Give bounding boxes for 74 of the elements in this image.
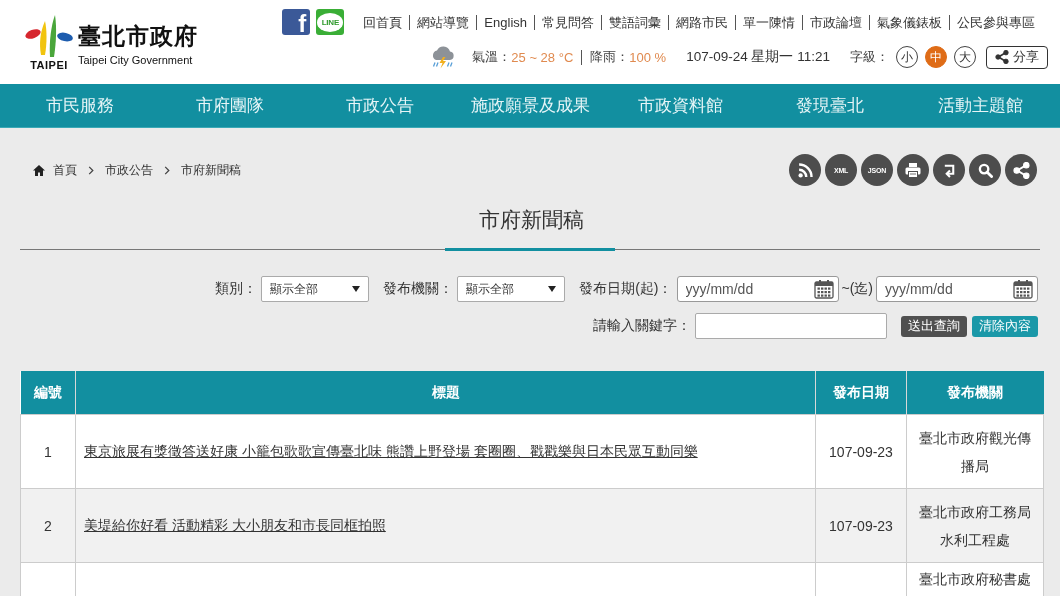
- top-link[interactable]: 市政論壇: [802, 14, 869, 30]
- end-date-field[interactable]: yyy/mm/dd: [876, 276, 1038, 302]
- breadcrumb-link[interactable]: 首頁: [53, 161, 77, 179]
- submit-button[interactable]: 送出查詢: [901, 315, 967, 337]
- agency-dropdown[interactable]: 顯示全部: [457, 276, 566, 302]
- logo-caption: TAIPEI: [30, 59, 68, 71]
- date-cell: 107-09-23: [815, 488, 907, 563]
- search-button[interactable]: [969, 154, 1001, 186]
- font-size-button[interactable]: 大: [954, 46, 976, 68]
- font-size-label: 字級：: [850, 48, 889, 66]
- printer-icon: [905, 162, 921, 178]
- breadcrumb-link[interactable]: 市府新聞稿: [181, 161, 241, 179]
- top-link[interactable]: English: [476, 14, 534, 30]
- column-header: 編號: [20, 371, 76, 415]
- category-label: 類別：: [215, 280, 258, 298]
- date-time: 107-09-24 星期一 11:21: [686, 48, 830, 66]
- rss-icon: [797, 162, 813, 178]
- page-title: 市府新聞稿: [479, 207, 584, 233]
- back-button[interactable]: [933, 154, 965, 186]
- share-button[interactable]: 分享: [986, 45, 1048, 69]
- chevron-icon: [164, 165, 170, 175]
- nav-link[interactable]: 發現臺北: [755, 84, 905, 127]
- breadcrumb-link[interactable]: 市政公告: [105, 161, 153, 179]
- top-link[interactable]: 常見問答: [534, 14, 601, 30]
- end-date-label: ~(迄): [841, 280, 873, 298]
- nav-link[interactable]: 施政願景及成果: [455, 84, 605, 127]
- rain-label: 降雨：: [590, 48, 630, 66]
- site-title: 臺北市政府: [78, 23, 198, 51]
- print-button[interactable]: [897, 154, 929, 186]
- caret-icon: [548, 286, 557, 292]
- temperature-value: 25 ~ 28 °C: [511, 49, 574, 65]
- agency-label: 發布機關：: [383, 280, 454, 298]
- top-link[interactable]: 網路市民: [668, 14, 735, 30]
- date-cell: 107-09-23: [815, 414, 907, 489]
- calendar-icon: [1013, 279, 1033, 299]
- nav-link[interactable]: 活動主題館: [905, 84, 1055, 127]
- column-header: 發布機關: [906, 371, 1044, 415]
- font-size-button[interactable]: 小: [896, 46, 918, 68]
- agency-cell: 臺北市政府秘書處: [906, 562, 1044, 596]
- temperature-label: 氣溫：: [472, 48, 512, 66]
- agency-cell: 臺北市政府工務局水利工程處: [906, 488, 1044, 563]
- calendar-icon: [813, 279, 834, 299]
- top-link[interactable]: 公民參與專區: [949, 14, 1035, 30]
- site-subtitle: Taipei City Government: [78, 54, 193, 66]
- line-link[interactable]: LINE: [316, 9, 345, 35]
- top-link[interactable]: 氣象儀錶板: [869, 14, 949, 30]
- nav-link[interactable]: 市民服務: [5, 84, 155, 127]
- column-header: 發布日期: [815, 371, 907, 415]
- logo-emblem-icon: [24, 14, 74, 58]
- top-link[interactable]: 雙語詞彙: [601, 14, 668, 30]
- search-icon: [977, 162, 993, 178]
- category-dropdown[interactable]: 顯示全部: [261, 276, 370, 302]
- top-link[interactable]: 單一陳情: [735, 14, 802, 30]
- news-title-link[interactable]: 東京旅展有獎徵答送好康 小籠包歌歌宣傳臺北味 熊讚上野登場 套圈圈、戳戳樂與日本民眾互動同樂: [84, 442, 698, 459]
- keyword-label: 請輸入關鍵字：: [593, 317, 691, 335]
- caret-icon: [352, 286, 361, 292]
- news-title-link[interactable]: 美堤給你好看 活動精彩 大小朋友和市長同框拍照: [84, 516, 386, 533]
- column-header: 標題: [75, 371, 816, 415]
- rss-button[interactable]: [789, 154, 821, 186]
- keyword-field[interactable]: [695, 313, 887, 339]
- start-date-field[interactable]: yyy/mm/dd: [676, 276, 839, 302]
- rain-value: 100 %: [629, 49, 667, 65]
- row-number: 2: [20, 488, 76, 563]
- row-number: 1: [20, 414, 76, 489]
- top-link[interactable]: 回首頁: [356, 14, 410, 30]
- share-icon: [1012, 161, 1030, 179]
- start-date-label: 發布日期(起)：: [579, 280, 673, 298]
- facebook-link[interactable]: f: [282, 9, 311, 35]
- top-link[interactable]: 網站導覽: [409, 14, 477, 30]
- share-button[interactable]: [1005, 154, 1037, 186]
- agency-cell: 臺北市政府觀光傳播局: [906, 414, 1044, 489]
- share-icon: [995, 50, 1009, 64]
- home-icon: [33, 164, 45, 176]
- chevron-icon: [88, 165, 94, 175]
